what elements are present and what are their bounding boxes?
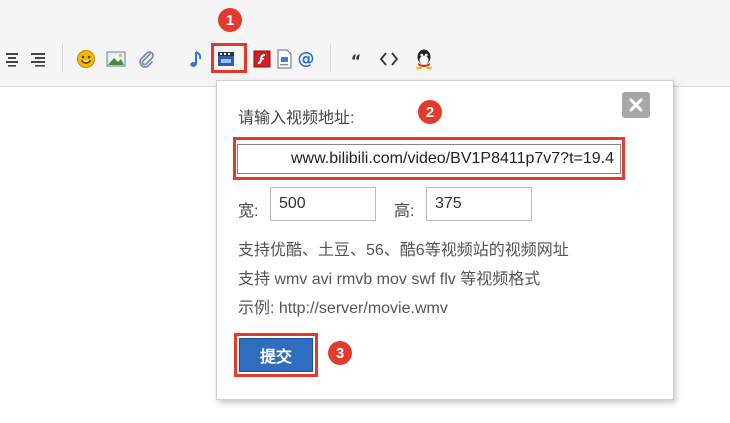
step-marker-3: 3 — [328, 341, 352, 365]
submit-button[interactable]: 提交 — [239, 338, 313, 372]
height-label: 高: — [394, 203, 415, 220]
editor-toolbar: @ “ — [0, 0, 730, 87]
toolbar-separator — [330, 44, 331, 72]
toolbar-separator — [62, 44, 63, 72]
svg-text:@: @ — [298, 49, 315, 69]
close-button[interactable] — [622, 92, 650, 118]
close-icon — [629, 98, 643, 112]
info-line-example: 示例: http://server/movie.wmv — [238, 300, 448, 317]
info-line-formats: 支持 wmv avi rmvb mov swf flv 等视频格式 — [238, 271, 541, 288]
align-center-icon[interactable] — [0, 44, 26, 74]
music-icon[interactable] — [182, 44, 210, 74]
video-url-prompt: 请输入视频地址: — [238, 110, 355, 127]
video-button-highlight — [211, 43, 247, 73]
svg-text:“: “ — [351, 52, 362, 66]
quote-icon[interactable]: “ — [342, 44, 370, 74]
smiley-icon[interactable] — [72, 44, 100, 74]
at-icon[interactable]: @ — [292, 44, 320, 74]
video-url-input[interactable]: www.bilibili.com/video/BV1P8411p7v7?t=19… — [237, 144, 621, 174]
attachment-icon[interactable] — [132, 44, 160, 74]
width-label: 宽: — [238, 203, 259, 220]
qq-icon[interactable] — [410, 44, 438, 74]
step-marker-1: 1 — [218, 8, 242, 32]
height-input[interactable]: 375 — [426, 187, 532, 221]
align-right-icon[interactable] — [24, 44, 52, 74]
info-line-sites: 支持优酷、土豆、56、酷6等视频站的视频网址 — [238, 242, 569, 259]
video-url-value: www.bilibili.com/video/BV1P8411p7v7?t=19… — [290, 150, 614, 167]
width-input[interactable]: 500 — [270, 187, 376, 221]
image-icon[interactable] — [102, 44, 130, 74]
step-marker-2: 2 — [418, 100, 442, 124]
code-icon[interactable] — [375, 44, 403, 74]
